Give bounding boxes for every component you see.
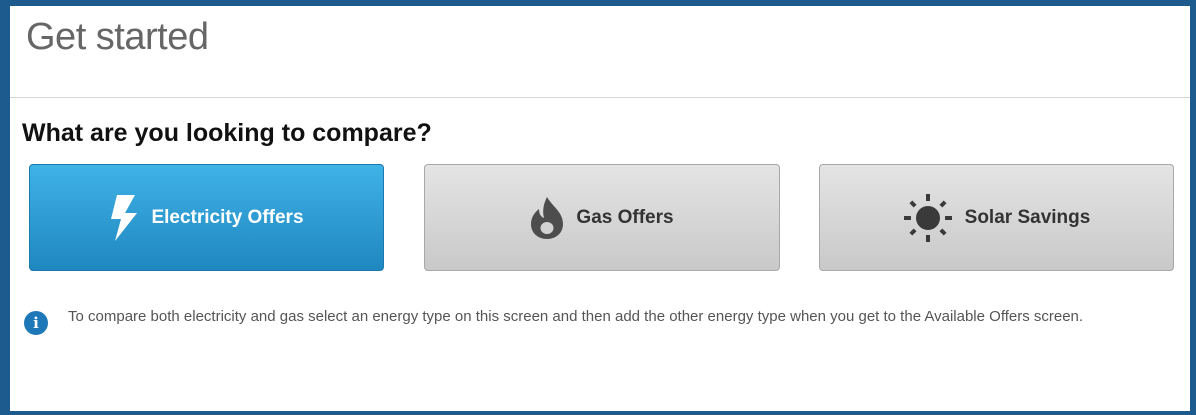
compare-question: What are you looking to compare? <box>22 119 432 147</box>
gas-offers-label: Gas Offers <box>576 206 674 228</box>
divider <box>10 97 1190 98</box>
solar-savings-button[interactable]: Solar Savings <box>819 164 1174 271</box>
gas-offers-button[interactable]: Gas Offers <box>424 164 780 271</box>
lightning-bolt-icon <box>109 194 139 241</box>
flame-icon <box>530 196 564 239</box>
info-text: To compare both electricity and gas sele… <box>68 308 1084 325</box>
content-panel: Get started What are you looking to comp… <box>10 6 1190 411</box>
info-icon: i <box>24 311 48 335</box>
page-title: Get started <box>26 16 209 58</box>
info-note: i To compare both electricity and gas se… <box>24 306 1134 335</box>
electricity-offers-label: Electricity Offers <box>151 206 304 228</box>
solar-savings-label: Solar Savings <box>964 206 1091 228</box>
sun-icon <box>903 193 953 243</box>
electricity-offers-button[interactable]: Electricity Offers <box>29 164 384 271</box>
